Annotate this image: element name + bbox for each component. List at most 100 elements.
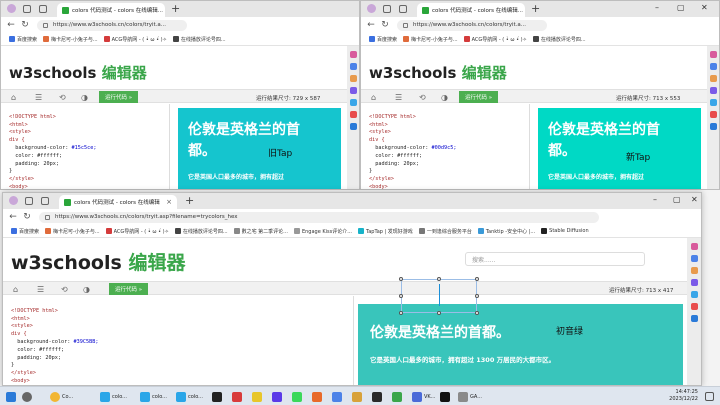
run-code-button[interactable]: 运行代码 » <box>109 283 149 295</box>
profile-icon[interactable] <box>9 196 18 205</box>
bookmark-item[interactable]: 一到逢综合服务平台 <box>418 228 472 235</box>
home-icon[interactable]: ⌂ <box>371 93 376 102</box>
rotate-icon[interactable]: ⟲ <box>419 93 426 102</box>
back-icon[interactable]: ← <box>7 20 15 30</box>
taskbar-item[interactable]: VK... <box>412 390 435 403</box>
code-editor[interactable]: <!DOCTYPE html> <html> <style> div { bac… <box>361 106 456 189</box>
workspaces-icon[interactable] <box>23 5 31 13</box>
bookmark-item[interactable]: Tanktip -安全中心 |... <box>477 228 535 235</box>
run-code-button[interactable]: 运行代码 » <box>99 91 139 103</box>
rotate-icon[interactable]: ⟲ <box>61 285 68 294</box>
close-window-icon[interactable]: ✕ <box>701 3 708 12</box>
notification-icon[interactable] <box>705 392 714 401</box>
reload-icon[interactable]: ↻ <box>23 212 31 222</box>
bookmark-item[interactable]: 梅卡尼可-小兔子与... <box>403 36 458 43</box>
bookmark-item[interactable]: 數之宅 第二季评论... <box>233 228 288 235</box>
new-tab-icon[interactable]: + <box>171 2 180 15</box>
app-icon[interactable] <box>332 390 342 403</box>
profile-icon[interactable] <box>7 4 16 13</box>
resize-handle[interactable] <box>399 294 403 298</box>
close-tab-icon[interactable]: × <box>166 198 172 206</box>
app-icon[interactable] <box>212 390 222 403</box>
app-icon[interactable] <box>372 390 382 403</box>
app-icon[interactable] <box>440 390 450 403</box>
menu-icon[interactable]: ☰ <box>395 93 402 102</box>
menu-icon[interactable]: ☰ <box>35 93 42 102</box>
bookmark-item[interactable]: 百度搜索 <box>11 228 39 235</box>
tab-actions-icon[interactable] <box>39 5 47 13</box>
url-field[interactable]: https://www.w3schools.cn/colors/tryit.as… <box>39 211 599 223</box>
minimize-icon[interactable]: – <box>655 3 659 12</box>
bookmark-item[interactable]: Engage Kiss评论介... <box>293 228 352 235</box>
tab-actions-icon[interactable] <box>41 197 49 205</box>
taskbar-item[interactable]: colo... <box>140 390 167 403</box>
resize-handle[interactable] <box>475 311 479 315</box>
back-icon[interactable]: ← <box>9 212 17 222</box>
home-icon[interactable]: ⌂ <box>13 285 18 294</box>
bookmark-item[interactable]: 梅卡尼可-小兔子与... <box>43 36 98 43</box>
workspaces-icon[interactable] <box>25 197 33 205</box>
app-icon[interactable] <box>392 390 402 403</box>
w3schools-logo[interactable]: w3schools 编辑器 <box>9 62 147 83</box>
tab-colors[interactable]: colors 代码测试 - colors 在线编辑... × <box>57 3 165 17</box>
maximize-icon[interactable]: ▢ <box>673 195 681 204</box>
taskbar-item[interactable]: GA... <box>458 390 482 403</box>
app-icon[interactable] <box>232 390 242 403</box>
app-icon[interactable] <box>292 390 302 403</box>
bookmark-item[interactable]: 在线播放评论号四... <box>532 36 586 43</box>
code-editor[interactable]: <!DOCTYPE html> <html> <style> div { bac… <box>3 300 98 385</box>
resize-handle[interactable] <box>437 277 441 281</box>
code-editor[interactable]: <!DOCTYPE html> <html> <style> div { bac… <box>1 106 96 189</box>
theme-icon[interactable]: ◑ <box>83 285 90 294</box>
w3schools-logo[interactable]: w3schools 编辑器 <box>369 62 507 83</box>
search-icon[interactable] <box>22 390 32 403</box>
start-icon[interactable] <box>6 390 16 403</box>
home-icon[interactable]: ⌂ <box>11 93 16 102</box>
resize-handle[interactable] <box>475 277 479 281</box>
back-icon[interactable]: ← <box>367 20 375 30</box>
resize-handle[interactable] <box>399 277 403 281</box>
resize-handle[interactable] <box>475 294 479 298</box>
bookmark-item[interactable]: 在线播放评论号四... <box>174 228 228 235</box>
url-field[interactable]: https://www.w3schools.cn/colors/tryit.a.… <box>37 19 187 31</box>
taskbar-item[interactable]: colo... <box>176 390 203 403</box>
system-clock[interactable]: 14:47:25 2023/12/22 <box>669 389 698 403</box>
app-icon[interactable] <box>312 390 322 403</box>
minimize-icon[interactable]: – <box>653 195 657 204</box>
reload-icon[interactable]: ↻ <box>381 20 389 30</box>
profile-icon[interactable] <box>367 4 376 13</box>
bookmark-item[interactable]: ACG导航网 - ( •̀ ω •́ )✧ <box>105 228 169 235</box>
reload-icon[interactable]: ↻ <box>21 20 29 30</box>
w3schools-logo[interactable]: w3schools 编辑器 <box>11 248 185 275</box>
tab-colors[interactable]: colors 代码测试 - colors 在线编辑... × <box>417 3 525 17</box>
resize-handle[interactable] <box>399 311 403 315</box>
theme-icon[interactable]: ◑ <box>81 93 88 102</box>
new-tab-icon[interactable]: + <box>185 194 194 207</box>
bookmark-item[interactable]: Stable Diffusion <box>541 228 589 234</box>
new-tab-icon[interactable]: + <box>531 2 540 15</box>
bookmark-item[interactable]: 梅卡尼可-小兔子与... <box>45 228 100 235</box>
rotate-icon[interactable]: ⟲ <box>59 93 66 102</box>
tab-colors[interactable]: colors 代码测试 - colors 在线编辑 × <box>59 195 177 209</box>
maximize-icon[interactable]: ▢ <box>677 3 685 12</box>
app-icon[interactable] <box>352 390 362 403</box>
taskbar-item[interactable]: Co... <box>50 390 73 403</box>
bookmark-item[interactable]: TapTap | 发现好游戏 <box>358 228 413 235</box>
bookmark-item[interactable]: 在线播放评论号四... <box>172 36 226 43</box>
tab-actions-icon[interactable] <box>399 5 407 13</box>
run-code-button[interactable]: 运行代码 » <box>459 91 499 103</box>
bookmark-item[interactable]: ACG导航网 - ( •̀ ω •́ )✧ <box>463 36 527 43</box>
taskbar-item[interactable]: colo... <box>100 390 127 403</box>
app-icon[interactable] <box>252 390 262 403</box>
theme-icon[interactable]: ◑ <box>441 93 448 102</box>
close-window-icon[interactable]: ✕ <box>691 195 698 204</box>
menu-icon[interactable]: ☰ <box>37 285 44 294</box>
bookmark-item[interactable]: 百度搜索 <box>9 36 37 43</box>
resize-handle[interactable] <box>437 311 441 315</box>
url-field[interactable]: https://www.w3schools.cn/colors/tryit.a.… <box>397 19 547 31</box>
search-input[interactable]: 搜索...... <box>465 252 645 266</box>
bookmark-item[interactable]: ACG导航网 - ( •̀ ω •́ )✧ <box>103 36 167 43</box>
bookmark-item[interactable]: 百度搜索 <box>369 36 397 43</box>
workspaces-icon[interactable] <box>383 5 391 13</box>
app-icon[interactable] <box>272 390 282 403</box>
